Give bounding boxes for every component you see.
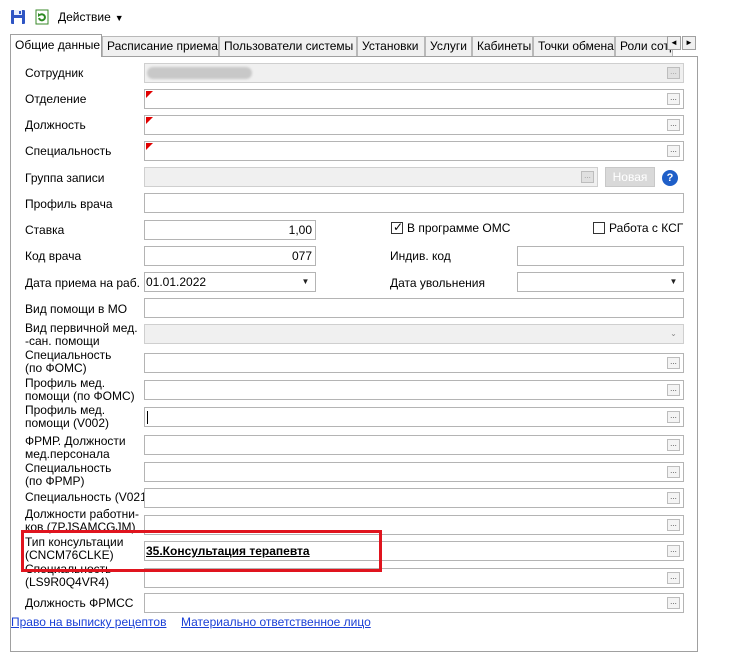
prescription-right-link[interactable]: Право на выписку рецептов [11,615,166,629]
ksg-checkbox[interactable] [593,222,605,234]
help-type-label: Вид помощи в МО [25,302,128,316]
indiv-code-field[interactable] [517,246,684,266]
worker-positions-label: Должности работни-ков (7PJSAMCGJM) [25,507,139,534]
position-label: Должность [25,118,86,132]
dismissal-date-field[interactable]: ▼ [517,272,684,292]
profile-foms-label: Профиль мед. помощи (по ФОМС) [25,376,135,403]
specialty-field[interactable]: ... [144,141,684,161]
primary-help-label: Вид первичной мед. -сан. помощи [25,321,138,348]
frmr-position-field[interactable]: ... [144,435,684,455]
hire-date-field[interactable]: 01.01.2022 ▼ [144,272,316,292]
frmr-position-lookup-button[interactable]: ... [667,439,680,451]
dismissal-date-label: Дата увольнения [390,276,485,290]
consult-type-lookup-button[interactable]: ... [667,545,680,557]
spec-frmr-lookup-button[interactable]: ... [667,466,680,478]
spec-v021-label: Специальность (V021) [25,490,151,504]
employee-label: Сотрудник [25,66,84,80]
oms-checkbox[interactable]: ✓ [391,220,404,234]
doctor-profile-field[interactable] [144,193,684,213]
spec-v021-lookup-button[interactable]: ... [667,492,680,504]
spec-ls-label: Специальность (LS9R0Q4VR4) [25,562,112,589]
position-lookup-button[interactable]: ... [667,119,680,131]
doctor-profile-label: Профиль врача [25,197,113,211]
consult-type-label: Тип консультации (CNCM76CLKE) [25,535,124,562]
spec-foms-field[interactable]: ... [144,353,684,373]
spec-frmr-label: Специальность (по ФРМР) [25,461,112,488]
record-group-lookup-button: ... [581,171,594,183]
spec-foms-label: Специальность (по ФОМС) [25,348,112,375]
required-marker-icon [146,117,153,124]
ksg-label: Работа с КСГ [609,221,684,235]
frmr-position-label: ФРМР. Должности мед.персонала [25,434,126,461]
rate-field[interactable]: 1,00 [144,220,316,240]
profile-foms-field[interactable]: ... [144,380,684,400]
department-field[interactable]: ... [144,89,684,109]
worker-positions-field[interactable]: ... [144,515,684,535]
department-label: Отделение [25,92,87,106]
worker-positions-lookup-button[interactable]: ... [667,519,680,531]
spec-ls-lookup-button[interactable]: ... [667,572,680,584]
primary-help-select: ⌄ [144,324,684,344]
consult-type-field[interactable]: 35.Консультация терапевта ... [144,541,684,561]
profile-v002-label: Профиль мед. помощи (V002) [25,403,110,430]
frmss-position-field[interactable]: ... [144,593,684,613]
employee-lookup-button: ... [667,67,680,79]
doctor-code-label: Код врача [25,249,82,263]
spec-v021-field[interactable]: ... [144,488,684,508]
department-lookup-button[interactable]: ... [667,93,680,105]
consult-type-value: 35.Консультация терапевта [146,544,310,558]
help-type-field[interactable] [144,298,684,318]
hire-date-value: 01.01.2022 [146,275,207,289]
oms-label: В программе ОМС [407,221,511,235]
profile-v002-field[interactable]: ... [144,407,684,427]
employee-field: ... [144,63,684,83]
employee-value-blurred [147,67,252,79]
record-group-field: ... [144,167,598,187]
indiv-code-label: Индив. код [390,249,451,263]
profile-foms-lookup-button[interactable]: ... [667,384,680,396]
spec-frmr-field[interactable]: ... [144,462,684,482]
frmss-position-lookup-button[interactable]: ... [667,597,680,609]
dismissal-date-dropdown-icon[interactable]: ▼ [667,276,680,288]
rate-value: 1,00 [288,223,312,237]
responsible-person-link[interactable]: Материально ответственное лицо [181,615,371,629]
doctor-code-field[interactable]: 077 [144,246,316,266]
doctor-code-value: 077 [291,249,312,263]
record-group-label: Группа записи [25,171,105,185]
frmss-position-label: Должность ФРМСС [25,596,134,610]
position-field[interactable]: ... [144,115,684,135]
hire-date-label: Дата приема на раб. [25,276,140,290]
spec-foms-lookup-button[interactable]: ... [667,357,680,369]
specialty-lookup-button[interactable]: ... [667,145,680,157]
hire-date-dropdown-icon[interactable]: ▼ [299,276,312,288]
required-marker-icon [146,91,153,98]
spec-ls-field[interactable]: ... [144,568,684,588]
chevron-down-icon: ⌄ [670,329,677,338]
profile-v002-lookup-button[interactable]: ... [667,411,680,423]
specialty-label: Специальность [25,144,112,158]
checkmark-icon: ✓ [393,220,404,234]
text-cursor [147,411,148,424]
new-record-group-button[interactable]: Новая [605,167,655,187]
required-marker-icon [146,143,153,150]
rate-label: Ставка [25,223,65,237]
help-icon[interactable]: ? [662,170,678,186]
